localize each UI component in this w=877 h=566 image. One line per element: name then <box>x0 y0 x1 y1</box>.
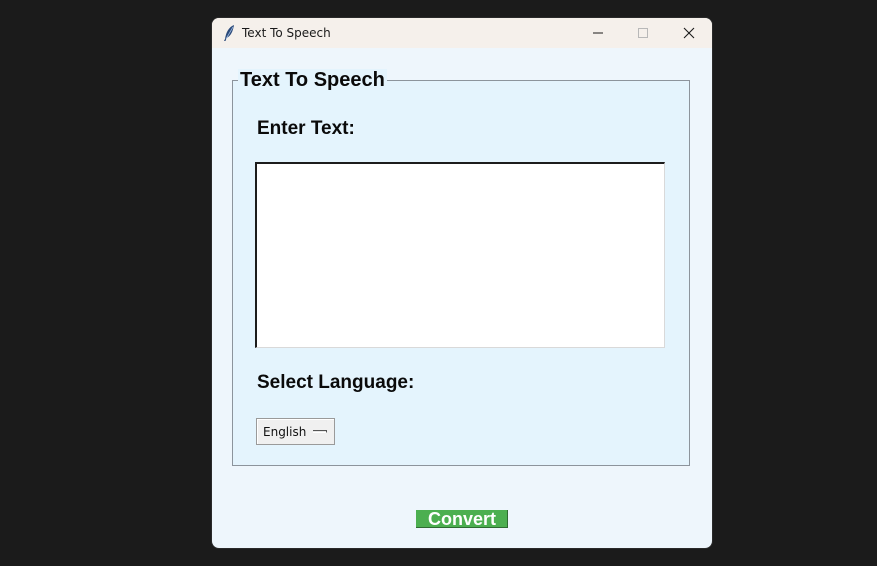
minimize-button[interactable] <box>575 18 621 48</box>
language-select[interactable]: English <box>256 418 335 445</box>
select-language-label: Select Language: <box>257 372 415 393</box>
minimize-icon <box>593 32 603 34</box>
language-selected-value: English <box>263 425 307 439</box>
maximize-icon <box>638 28 648 38</box>
text-input-area[interactable] <box>255 162 665 348</box>
close-icon <box>683 27 695 39</box>
frame-title: Text To Speech <box>238 69 387 91</box>
feather-icon <box>222 24 236 42</box>
close-button[interactable] <box>666 18 712 48</box>
enter-text-label: Enter Text: <box>257 118 355 139</box>
title-bar[interactable]: Text To Speech <box>212 18 712 48</box>
window-title: Text To Speech <box>242 26 331 40</box>
maximize-button[interactable] <box>620 18 666 48</box>
dropdown-indicator-icon <box>313 430 327 433</box>
app-window: Text To Speech Text To Speech Enter Text… <box>212 18 712 548</box>
convert-button[interactable]: Convert <box>416 510 508 528</box>
